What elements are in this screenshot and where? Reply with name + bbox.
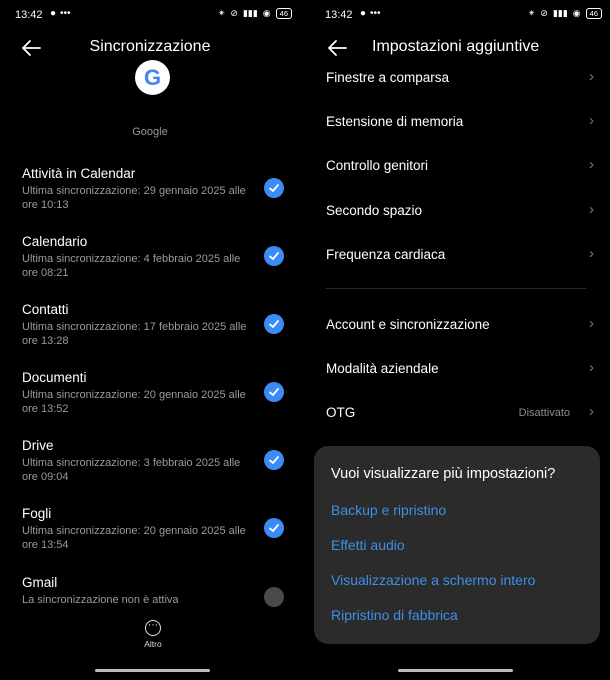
settings-item[interactable]: OTG Disattivato › (326, 399, 596, 429)
settings-item-label: Account e sincronizzazione (326, 317, 490, 332)
check-icon (269, 252, 279, 261)
settings-item[interactable]: Estensione di memoria › (326, 108, 596, 138)
more-dots-icon: ⋯ (145, 620, 161, 636)
sync-item-name: Fogli (22, 506, 52, 521)
chevron-right-icon: › (589, 245, 594, 262)
settings-item-label: Finestre a comparsa (326, 70, 450, 85)
wifi-icon: ◉ (572, 8, 581, 18)
signal-icon: ▮▮▮ (242, 8, 258, 18)
signal-icon: ▮▮▮ (552, 8, 568, 18)
sync-item[interactable]: Documenti Ultima sincronizzazione: 20 gen… (22, 370, 292, 430)
sync-item-status: Ultima sincronizzazione: 29 gennaio 2025… (22, 185, 246, 211)
sync-item[interactable]: Drive Ultima sincronizzazione: 3 febbraio… (22, 438, 292, 498)
popup-option[interactable]: Ripristino di fabbrica (331, 607, 458, 623)
more-settings-popup: Vuoi visualizzare più impostazioni? Back… (314, 446, 600, 644)
status-bar: 13:42 ● ••• ✴ ⊘ ▮▮▮ ◉ 46 (0, 0, 300, 30)
settings-item-label: Controllo genitori (326, 158, 429, 173)
settings-item-label: Secondo spazio (326, 203, 423, 218)
wifi-icon: ◉ (262, 8, 271, 18)
navigation-bar[interactable] (95, 669, 210, 672)
battery-icon: 46 (275, 8, 292, 19)
google-logo-icon: G (135, 60, 170, 95)
sync-checkbox[interactable] (264, 246, 284, 266)
section-divider (326, 288, 586, 289)
additional-settings-screen: 13:42 ● ••• ✴ ⊘ ▮▮▮ ◉ 46 Impostazioni ag… (310, 0, 610, 680)
settings-item-label: Estensione di memoria (326, 114, 464, 129)
check-icon (269, 524, 279, 533)
sync-item-status: Ultima sincronizzazione: 3 febbraio 2025… (22, 457, 241, 483)
settings-item[interactable]: Finestre a comparsa › (326, 64, 596, 94)
sync-checkbox[interactable] (264, 178, 284, 198)
settings-item[interactable]: Modalità aziendale › (326, 355, 596, 385)
more-notifications-icon: ••• (370, 8, 381, 19)
sync-checkbox[interactable] (264, 518, 284, 538)
status-bar: 13:42 ● ••• ✴ ⊘ ▮▮▮ ◉ 46 (310, 0, 610, 30)
settings-item[interactable]: Account e sincronizzazione › (326, 311, 596, 341)
page-title: Sincronizzazione (89, 38, 211, 55)
sync-item-status: Ultima sincronizzazione: 4 febbraio 2025… (22, 253, 241, 279)
sync-checkbox[interactable] (264, 314, 284, 334)
chevron-right-icon: › (589, 201, 594, 218)
popup-option[interactable]: Backup e ripristino (331, 502, 446, 518)
sync-item[interactable]: Attività in Calendar Ultima sincronizzazi… (22, 166, 292, 226)
sync-item-name: Attività in Calendar (22, 166, 136, 181)
navigation-bar[interactable] (398, 669, 513, 672)
status-time: 13:42 (325, 9, 353, 21)
sync-checkbox[interactable] (264, 450, 284, 470)
sync-item-status: La sincronizzazione non è attiva (22, 594, 179, 606)
sync-item[interactable]: Fogli Ultima sincronizzazione: 20 gennaio… (22, 506, 292, 566)
sync-item-status: Ultima sincronizzazione: 20 gennaio 2025… (22, 525, 246, 551)
chevron-right-icon: › (589, 112, 594, 129)
popup-question: Vuoi visualizzare più impostazioni? (331, 466, 556, 482)
check-icon (269, 320, 279, 329)
header: Impostazioni aggiuntive (310, 34, 610, 64)
sync-item-name: Contatti (22, 302, 69, 317)
popup-option[interactable]: Effetti audio (331, 537, 405, 553)
sync-screen: 13:42 ● ••• ✴ ⊘ ▮▮▮ ◉ 46 Sincronizzazion… (0, 0, 300, 680)
chevron-right-icon: › (589, 315, 594, 332)
chevron-right-icon: › (589, 403, 594, 420)
sync-item[interactable]: Calendario Ultima sincronizzazione: 4 feb… (22, 234, 292, 294)
bluetooth-icon: ✴ (217, 8, 226, 18)
chevron-right-icon: › (589, 359, 594, 376)
mute-icon: ⊘ (540, 8, 548, 18)
chevron-right-icon: › (589, 68, 594, 85)
settings-item[interactable]: Frequenza cardiaca › (326, 241, 596, 271)
sync-checkbox[interactable] (264, 587, 284, 607)
settings-item-label: OTG (326, 405, 356, 420)
page-title: Impostazioni aggiuntive (372, 38, 540, 55)
check-icon (269, 456, 279, 465)
settings-item-label: Frequenza cardiaca (326, 247, 446, 262)
settings-item-value: Disattivato (518, 407, 570, 419)
bluetooth-icon: ✴ (527, 8, 536, 18)
status-time: 13:42 (15, 9, 43, 21)
sync-item-name: Gmail (22, 575, 58, 590)
sync-item-status: Ultima sincronizzazione: 20 gennaio 2025… (22, 389, 246, 415)
chat-bubble-icon: ● (360, 8, 367, 19)
back-arrow-icon[interactable] (326, 38, 348, 58)
battery-icon: 46 (585, 8, 602, 19)
chat-bubble-icon: ● (50, 8, 57, 19)
account-name: Google (132, 126, 168, 138)
check-icon (269, 184, 279, 193)
check-icon (269, 388, 279, 397)
sync-item-name: Documenti (22, 370, 87, 385)
mute-icon: ⊘ (230, 8, 238, 18)
sync-checkbox[interactable] (264, 382, 284, 402)
settings-item[interactable]: Controllo genitori › (326, 152, 596, 182)
sync-item-name: Calendario (22, 234, 88, 249)
more-notifications-icon: ••• (60, 8, 71, 19)
sync-item-status: Ultima sincronizzazione: 17 febbraio 202… (22, 321, 247, 347)
more-button[interactable]: ⋯ Altro (135, 620, 171, 649)
settings-item-label: Modalità aziendale (326, 361, 439, 376)
more-label: Altro (144, 639, 162, 649)
popup-option[interactable]: Visualizzazione a schermo intero (331, 572, 535, 588)
settings-item[interactable]: Secondo spazio › (326, 197, 596, 227)
sync-item[interactable]: Contatti Ultima sincronizzazione: 17 febb… (22, 302, 292, 362)
sync-item-name: Drive (22, 438, 54, 453)
chevron-right-icon: › (589, 156, 594, 173)
